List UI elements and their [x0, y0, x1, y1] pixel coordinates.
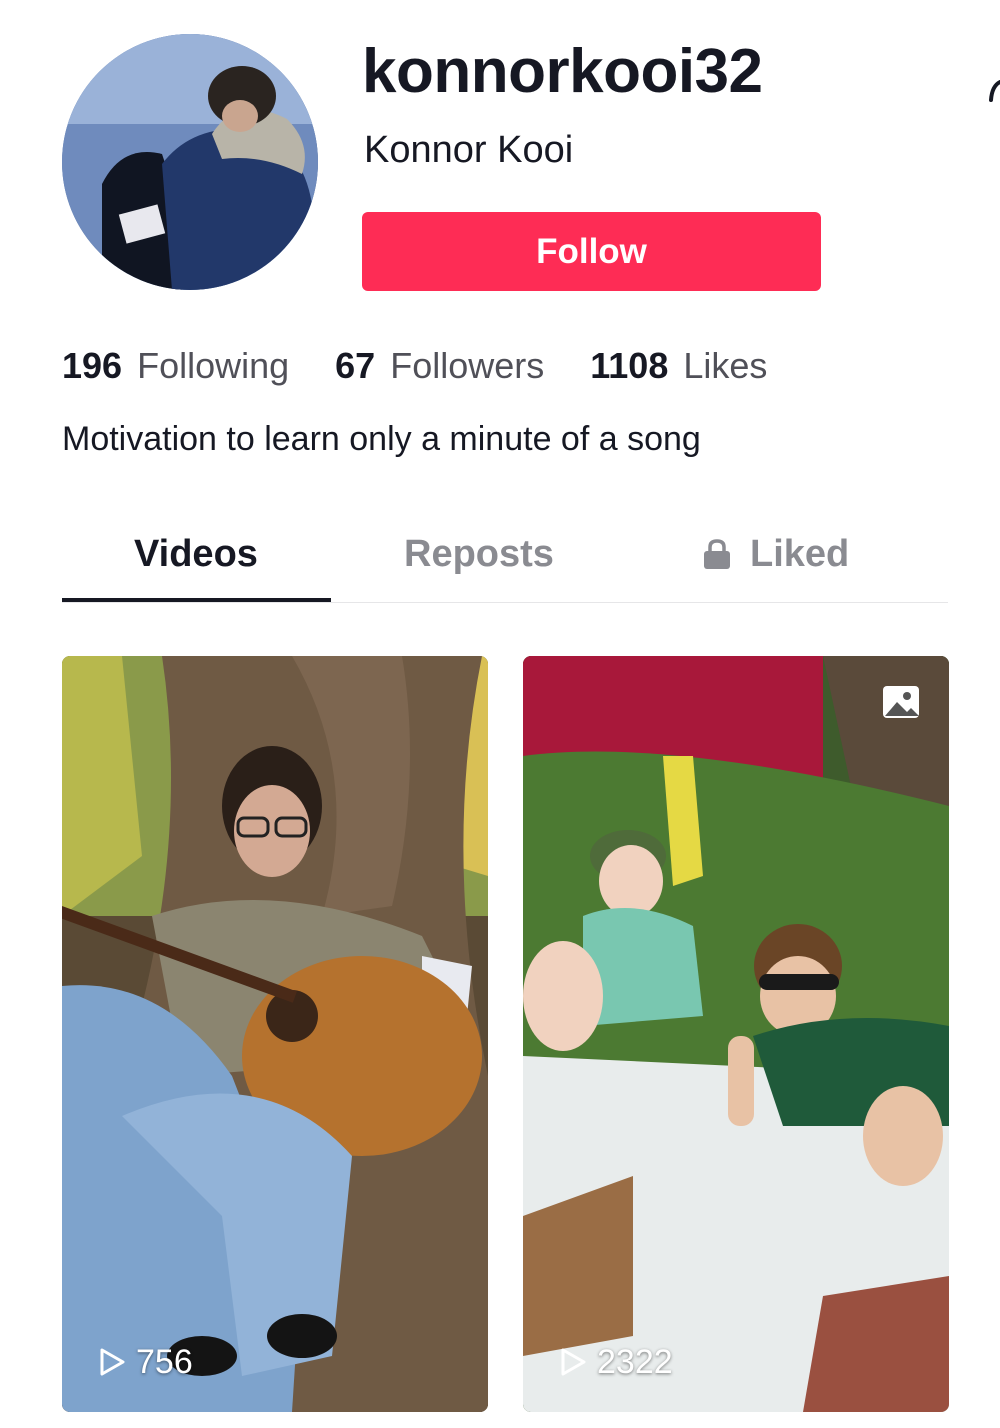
likes-count: 1108 — [590, 345, 669, 386]
view-count: 2322 — [559, 1342, 673, 1382]
following-count: 196 — [62, 345, 123, 386]
avatar-image — [62, 34, 318, 290]
followers-label: Followers — [390, 345, 545, 386]
more-icon[interactable] — [988, 80, 1000, 104]
video-card[interactable]: 756 — [62, 656, 488, 1412]
tab-reposts-label: Reposts — [404, 533, 554, 575]
view-count: 756 — [98, 1342, 193, 1382]
photo-icon — [883, 686, 919, 718]
video-thumbnail — [523, 656, 949, 1412]
tab-videos-label: Videos — [134, 533, 258, 575]
followers-stat[interactable]: 67 Followers — [335, 342, 544, 390]
active-tab-indicator — [62, 598, 331, 602]
display-name: Konnor Kooi — [364, 129, 574, 171]
view-count-value: 756 — [136, 1343, 193, 1381]
tab-liked[interactable]: Liked — [702, 530, 849, 578]
likes-label: Likes — [683, 345, 768, 386]
profile-tabs: Videos Reposts Liked — [62, 520, 948, 603]
tab-videos[interactable]: Videos — [134, 530, 258, 578]
likes-stat: 1108 Likes — [590, 342, 767, 390]
play-outline-icon — [561, 1348, 586, 1376]
followers-count: 67 — [335, 345, 376, 386]
following-label: Following — [137, 345, 290, 386]
view-count-value: 2322 — [597, 1343, 673, 1381]
bio: Motivation to learn only a minute of a s… — [62, 420, 701, 458]
tab-reposts[interactable]: Reposts — [404, 530, 554, 578]
profile-stats: 196 Following 67 Followers 1108 Likes — [62, 342, 813, 390]
follow-button[interactable]: Follow — [362, 212, 821, 291]
following-stat[interactable]: 196 Following — [62, 342, 289, 390]
lock-icon — [704, 539, 730, 569]
username: konnorkooi32 — [362, 37, 763, 106]
avatar[interactable] — [62, 34, 318, 290]
video-thumbnail — [62, 656, 488, 1412]
video-card[interactable]: 2322 — [523, 656, 949, 1412]
play-outline-icon — [100, 1348, 125, 1376]
tab-liked-label: Liked — [750, 533, 850, 575]
